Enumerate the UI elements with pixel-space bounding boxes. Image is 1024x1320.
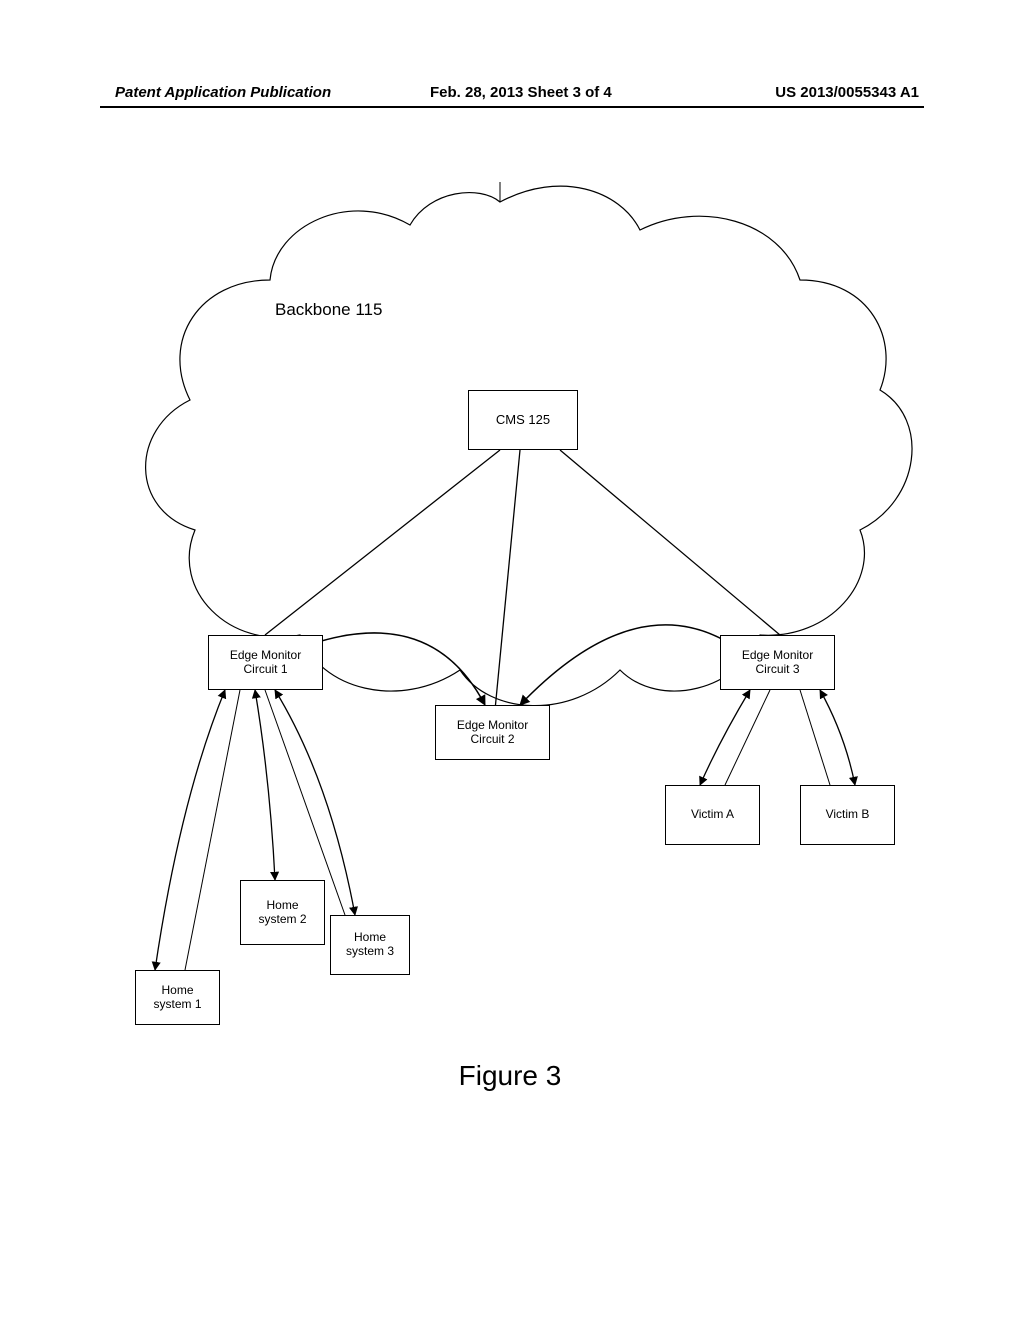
- arc-edge1-edge2: [300, 633, 485, 705]
- line-cms-edge1: [265, 450, 500, 635]
- line-edge1-home1: [185, 690, 240, 970]
- page-header: Patent Application Publication Feb. 28, …: [0, 84, 1024, 104]
- edge-monitor-1-box: Edge Monitor Circuit 1: [208, 635, 323, 690]
- victim-a-box: Victim A: [665, 785, 760, 845]
- header-right: US 2013/0055343 A1: [775, 84, 919, 101]
- line-cms-edge3: [560, 450, 780, 635]
- home-system-2-box: Home system 2: [240, 880, 325, 945]
- arc-edge1-home2: [255, 690, 275, 880]
- figure-caption: Figure 3: [100, 1060, 920, 1092]
- home-system-1-box: Home system 1: [135, 970, 220, 1025]
- edge-monitor-3-box: Edge Monitor Circuit 3: [720, 635, 835, 690]
- header-left: Patent Application Publication: [115, 84, 331, 101]
- cms-box: CMS 125: [468, 390, 578, 450]
- header-center: Feb. 28, 2013 Sheet 3 of 4: [430, 84, 612, 101]
- header-rule: [100, 106, 924, 108]
- home-system-3-box: Home system 3: [330, 915, 410, 975]
- victim-b-box: Victim B: [800, 785, 895, 845]
- arc-edge2-edge3: [520, 625, 740, 705]
- line-edge3-victimB: [800, 690, 830, 785]
- line-cms-edge2: [495, 450, 520, 710]
- arc-edge3-victimA: [700, 690, 750, 785]
- arc-edge1-home1: [155, 690, 225, 970]
- line-edge3-victimA: [725, 690, 770, 785]
- backbone-label: Backbone 115: [275, 300, 382, 320]
- edge-monitor-2-box: Edge Monitor Circuit 2: [435, 705, 550, 760]
- diagram-canvas: Backbone 115 CMS 125 Edge Monitor Circui…: [100, 180, 920, 1120]
